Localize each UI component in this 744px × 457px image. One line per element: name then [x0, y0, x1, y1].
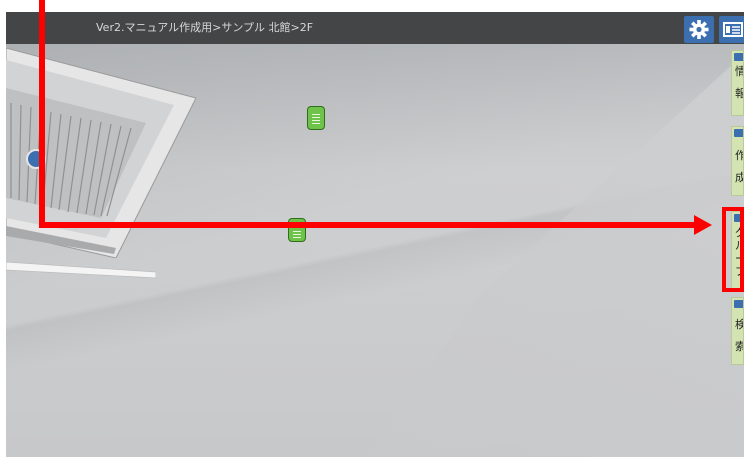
gear-icon — [689, 20, 709, 39]
side-menu-info[interactable]: 情 報 — [731, 50, 744, 116]
side-menu-label: 情 — [735, 65, 743, 78]
annotation-highlight-box — [722, 207, 744, 292]
annotation-arrow-horizontal — [39, 222, 697, 228]
create-icon — [734, 129, 743, 137]
side-menu-label: 索 — [735, 340, 743, 353]
top-bar: Ver2.マニュアル作成用>サンプル 北館>2F — [6, 12, 744, 44]
annotation-arrow-vertical — [39, 0, 45, 228]
panel-toggle-button[interactable] — [719, 16, 744, 43]
settings-button[interactable] — [684, 16, 714, 43]
panel-toggle-icon — [723, 22, 743, 37]
side-menu-label: 成 — [735, 171, 743, 184]
info-icon — [734, 53, 743, 61]
side-menu-label: 報 — [735, 87, 743, 100]
annotation-arrowhead — [694, 215, 712, 235]
breadcrumb[interactable]: Ver2.マニュアル作成用>サンプル 北館>2F — [96, 21, 313, 35]
side-menu-label: 作 — [735, 149, 743, 162]
side-menu-create[interactable]: 作 成 — [731, 126, 744, 196]
search-icon — [734, 300, 743, 308]
side-menu-label: 検 — [735, 318, 743, 331]
document-marker-icon[interactable] — [307, 106, 325, 130]
side-menu-search[interactable]: 検 索 — [731, 297, 744, 365]
ceiling-light — [6, 261, 156, 279]
